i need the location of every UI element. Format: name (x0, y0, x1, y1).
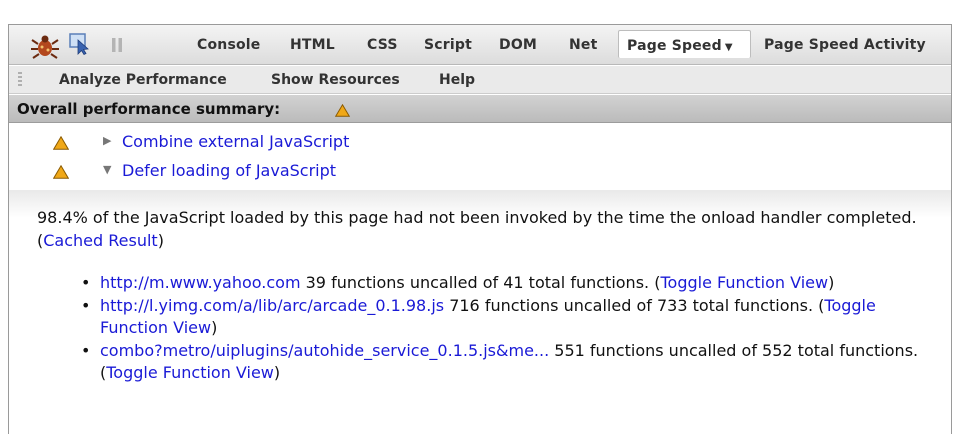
rule-defer-loading-javascript[interactable]: ▼ Defer loading of JavaScript (9, 158, 951, 186)
tab-page-speed-label: Page Speed (627, 38, 722, 54)
expand-arrow-icon[interactable]: ▶ (103, 134, 111, 147)
page-speed-toolbar: Analyze Performance Show Resources Help (9, 66, 951, 94)
resource-summary: 39 functions uncalled of 41 total functi… (305, 273, 650, 292)
tab-console[interactable]: Console (197, 37, 261, 53)
close-paren: ) (828, 273, 835, 292)
pause-icon[interactable] (109, 37, 125, 53)
cached-result-link[interactable]: Cached Result (43, 231, 157, 250)
close-paren: ) (157, 231, 164, 250)
toggle-function-view-link[interactable]: Toggle Function View (660, 273, 828, 292)
toolbar-grip-icon[interactable] (18, 72, 22, 88)
bullet: • (81, 341, 91, 360)
show-resources-button[interactable]: Show Resources (271, 72, 400, 88)
firebug-toolbar: Console HTML CSS Script DOM Net Page Spe… (9, 25, 951, 65)
resource-summary: 716 functions uncalled of 733 total func… (449, 296, 814, 315)
collapse-arrow-icon[interactable]: ▼ (103, 163, 111, 176)
help-button[interactable]: Help (439, 72, 475, 88)
bullet: • (81, 296, 91, 315)
close-paren: ) (273, 363, 281, 382)
warning-triangle-icon (52, 135, 70, 154)
resource-summary: 551 functions uncalled of 552 total func… (554, 341, 919, 360)
inspect-icon[interactable] (69, 33, 91, 56)
uncalled-functions-list: • http://m.www.yahoo.com 39 functions un… (81, 272, 941, 385)
rule-label[interactable]: Combine external JavaScript (122, 132, 349, 151)
rule-label[interactable]: Defer loading of JavaScript (122, 161, 336, 180)
tab-script[interactable]: Script (424, 37, 472, 53)
tab-html[interactable]: HTML (290, 37, 335, 53)
rule-details: 98.4% of the JavaScript loaded by this p… (9, 190, 951, 434)
resource-url-link[interactable]: http://l.yimg.com/a/lib/arc/arcade_0.1.9… (100, 296, 444, 315)
rule-description: 98.4% of the JavaScript loaded by this p… (37, 206, 937, 252)
bullet: • (81, 273, 91, 292)
tab-dom[interactable]: DOM (499, 37, 537, 53)
warning-triangle-icon (52, 164, 70, 183)
tab-page-speed-activity[interactable]: Page Speed Activity (764, 37, 926, 53)
tab-page-speed[interactable]: Page Speed ▼ (618, 30, 751, 58)
performance-summary-header: Overall performance summary: (9, 95, 951, 123)
firebug-icon[interactable] (31, 33, 59, 59)
summary-title: Overall performance summary: (17, 100, 281, 118)
list-item: • http://l.yimg.com/a/lib/arc/arcade_0.1… (81, 295, 941, 339)
firebug-panel: Console HTML CSS Script DOM Net Page Spe… (8, 24, 952, 434)
warning-triangle-icon (334, 102, 351, 121)
resource-url-link[interactable]: combo?metro/uiplugins/autohide_service_0… (100, 341, 549, 360)
tab-css[interactable]: CSS (367, 37, 398, 53)
close-paren: ) (211, 318, 218, 337)
list-item: • http://m.www.yahoo.com 39 functions un… (81, 272, 941, 294)
analyze-performance-button[interactable]: Analyze Performance (59, 72, 227, 88)
resource-url-link[interactable]: http://m.www.yahoo.com (100, 273, 301, 292)
toggle-function-view-link[interactable]: Toggle Function View (106, 363, 274, 382)
tab-net[interactable]: Net (569, 37, 598, 53)
description-text: 98.4% of the JavaScript loaded by this p… (37, 208, 917, 227)
chevron-down-icon[interactable]: ▼ (725, 42, 733, 53)
rule-combine-external-javascript[interactable]: ▶ Combine external JavaScript (9, 129, 951, 157)
list-item: • combo?metro/uiplugins/autohide_service… (81, 340, 941, 384)
